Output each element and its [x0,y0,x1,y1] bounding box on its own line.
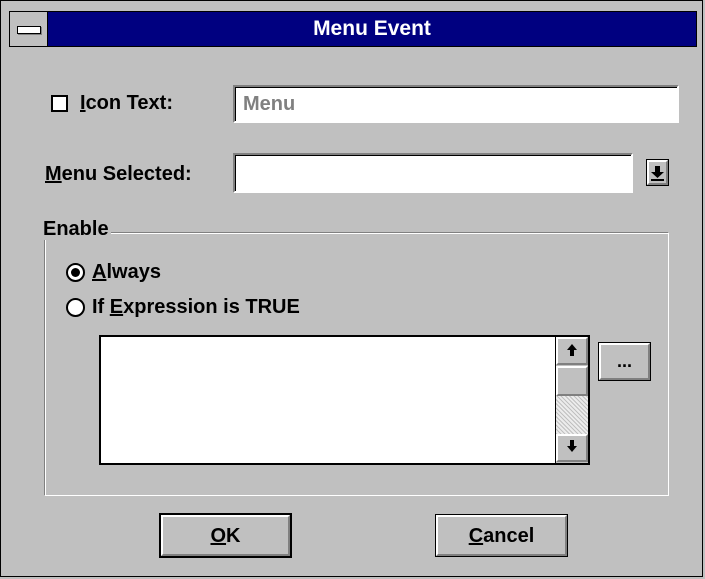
ellipsis-label: ... [616,351,632,371]
arrow-up-icon [567,344,577,356]
scroll-thumb[interactable] [556,366,588,396]
always-radio-label[interactable]: Always [92,260,161,284]
scroll-track[interactable] [556,396,588,434]
cancel-button-label: Cancel [468,525,535,547]
system-menu-icon [17,26,41,34]
icon-text-label[interactable]: Icon Text: [80,90,173,116]
expression-textbox[interactable] [99,335,590,465]
menu-selected-field[interactable] [233,153,633,193]
radio-selected-dot [71,268,80,277]
cancel-button[interactable]: Cancel [435,514,568,557]
scroll-down-button[interactable] [556,434,588,462]
system-menu-button[interactable] [10,12,48,46]
arrow-down-icon [567,440,577,452]
menu-selected-label: Menu Selected: [45,163,192,185]
ok-button-label: OK [210,525,241,547]
expression-builder-button[interactable]: ... [598,342,651,381]
icon-text-value: Menu [243,93,296,115]
scroll-up-button[interactable] [556,337,588,365]
title-bar: Menu Event [9,11,697,47]
menu-selected-dropdown-button[interactable] [646,159,669,186]
window-title: Menu Event [313,17,431,40]
always-radio[interactable] [66,263,85,282]
expression-radio[interactable] [66,298,85,317]
menu-event-dialog: Menu Event Icon Text: Menu Menu Selected… [0,0,703,577]
arrow-down-icon [651,166,664,181]
enable-group-legend: Enable [41,218,111,240]
icon-text-field[interactable]: Menu [233,85,679,123]
expression-scrollbar[interactable] [555,337,588,463]
expression-radio-label[interactable]: If Expression is TRUE [92,295,300,319]
icon-text-checkbox[interactable] [51,95,68,112]
ok-button[interactable]: OK [159,513,292,558]
